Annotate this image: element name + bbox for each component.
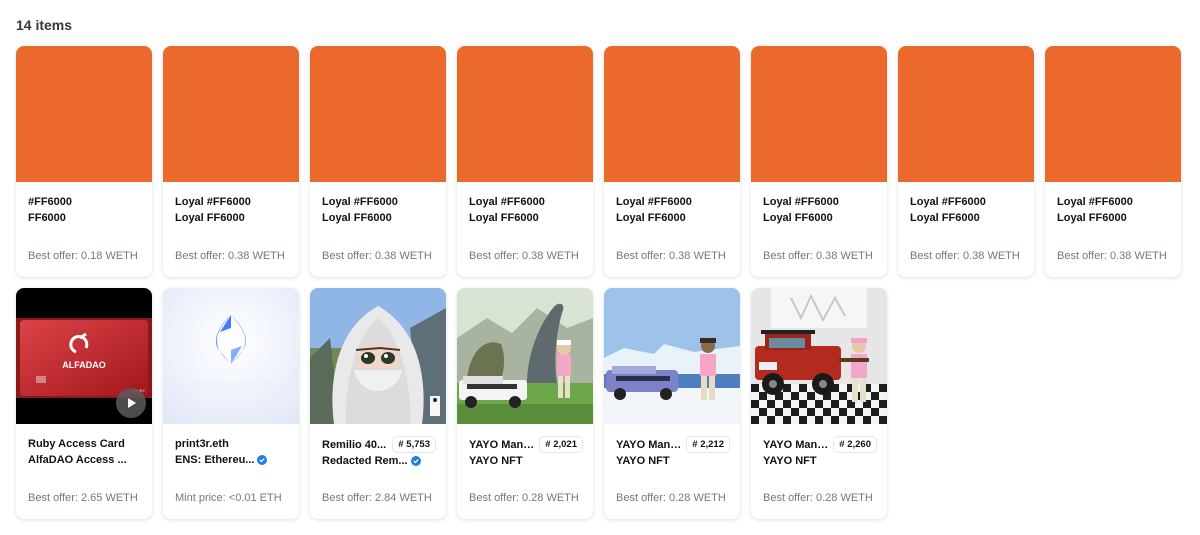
nft-image-yayo-iceberg[interactable] — [604, 288, 740, 424]
nft-name: Loyal #FF6000 — [469, 196, 545, 208]
collection-name: AlfaDAO Access ... — [28, 454, 127, 466]
price-label: Best offer: 0.18 WETH — [28, 250, 138, 262]
nft-name: Ruby Access Card — [28, 438, 125, 450]
price-label: Best offer: 0.38 WETH — [1057, 250, 1167, 262]
collection-name: FF6000 — [28, 212, 66, 224]
nft-card[interactable]: YAYO Man ... # 2,021 YAYO NFT Best offer… — [457, 288, 593, 519]
nft-image-yayo-truck[interactable] — [751, 288, 887, 424]
token-id-badge: # 2,212 — [686, 436, 730, 453]
collection-name: YAYO NFT — [469, 455, 523, 467]
token-id-badge: # 2,021 — [539, 436, 583, 453]
nft-card[interactable]: ALFADAO RUBY Ruby Access Card AlfaDAO Ac… — [16, 288, 152, 519]
nft-image-orange[interactable] — [1045, 46, 1181, 182]
nft-name: print3r.eth — [175, 438, 229, 450]
content-unavailable-text: Content not available yet — [186, 381, 276, 390]
nft-image-remilio[interactable] — [310, 288, 446, 424]
price-label: Best offer: 0.38 WETH — [469, 250, 579, 262]
nft-name: YAYO Man ... — [469, 438, 536, 451]
price-label: Best offer: 0.38 WETH — [322, 250, 432, 262]
nft-name: Loyal #FF6000 — [616, 196, 692, 208]
nft-card[interactable]: Loyal #FF6000 Loyal FF6000 Best offer: 0… — [751, 46, 887, 277]
collection-name: Loyal FF6000 — [469, 212, 539, 224]
collection-name: Redacted Rem... — [322, 455, 408, 467]
nft-image-orange[interactable] — [457, 46, 593, 182]
token-id-badge: # 2,260 — [833, 436, 877, 453]
price-label: Best offer: 0.28 WETH — [616, 492, 726, 504]
nft-image-yayo-dinosaur[interactable] — [457, 288, 593, 424]
collection-name: Loyal FF6000 — [910, 212, 980, 224]
verified-badge-icon — [410, 456, 421, 466]
nft-card[interactable]: YAYO Man ... # 2,212 YAYO NFT Best offer… — [604, 288, 740, 519]
price-label: Best offer: 2.84 WETH — [322, 492, 432, 504]
nft-card[interactable]: Loyal #FF6000 Loyal FF6000 Best offer: 0… — [457, 46, 593, 277]
nft-name: Loyal #FF6000 — [175, 196, 251, 208]
nft-card[interactable]: Loyal #FF6000 Loyal FF6000 Best offer: 0… — [604, 46, 740, 277]
verified-badge-icon — [257, 455, 268, 465]
collection-name: Loyal FF6000 — [616, 212, 686, 224]
nft-name: Loyal #FF6000 — [763, 196, 839, 208]
nft-name: Loyal #FF6000 — [322, 196, 398, 208]
play-video-button[interactable] — [116, 388, 146, 418]
nft-card[interactable]: YAYO Man ... # 2,260 YAYO NFT Best offer… — [751, 288, 887, 519]
nft-card[interactable]: Loyal #FF6000 Loyal FF6000 Best offer: 0… — [898, 46, 1034, 277]
nft-card[interactable]: Loyal #FF6000 Loyal FF6000 Best offer: 0… — [1045, 46, 1181, 277]
nft-name: #FF6000 — [28, 196, 73, 208]
play-icon — [128, 398, 136, 408]
nft-card[interactable]: #FF6000 FF6000 Best offer: 0.18 WETH — [16, 46, 152, 277]
ens-logo-icon — [215, 315, 247, 364]
item-count: 14 items — [16, 17, 73, 33]
nft-image-orange[interactable] — [604, 46, 740, 182]
nft-image-orange[interactable] — [16, 46, 152, 182]
price-label: Best offer: 0.28 WETH — [763, 492, 873, 504]
price-label: Best offer: 2.65 WETH — [28, 492, 138, 504]
collection-name: Loyal FF6000 — [175, 212, 245, 224]
nft-name: YAYO Man ... — [616, 438, 683, 451]
nft-card[interactable]: Content not available yet print3r.eth EN… — [163, 288, 299, 519]
nft-name: Remilio 40... — [322, 438, 387, 451]
price-label: Best offer: 0.38 WETH — [616, 250, 726, 262]
price-label: Best offer: 0.38 WETH — [763, 250, 873, 262]
collection-name: ENS: Ethereu... — [175, 454, 255, 466]
card-logo-text: ALFADAO — [62, 360, 106, 370]
nft-card[interactable]: Loyal #FF6000 Loyal FF6000 Best offer: 0… — [310, 46, 446, 277]
nft-image-orange[interactable] — [898, 46, 1034, 182]
nft-card[interactable]: Remilio 40... # 5,753 Redacted Rem... Be… — [310, 288, 446, 519]
collection-name: YAYO NFT — [763, 455, 817, 467]
nft-name: Loyal #FF6000 — [1057, 196, 1133, 208]
collection-name: Loyal FF6000 — [1057, 212, 1127, 224]
price-label: Mint price: <0.01 ETH — [175, 492, 282, 504]
price-label: Best offer: 0.28 WETH — [469, 492, 579, 504]
nft-card[interactable]: Loyal #FF6000 Loyal FF6000 Best offer: 0… — [163, 46, 299, 277]
nft-name: Loyal #FF6000 — [910, 196, 986, 208]
collection-name: Loyal FF6000 — [322, 212, 392, 224]
nft-name: YAYO Man ... — [763, 438, 830, 451]
token-id-badge: # 5,753 — [392, 436, 436, 453]
price-label: Best offer: 0.38 WETH — [175, 250, 285, 262]
collection-name: Loyal FF6000 — [763, 212, 833, 224]
price-label: Best offer: 0.38 WETH — [910, 250, 1020, 262]
nft-image-orange[interactable] — [751, 46, 887, 182]
nft-image-orange[interactable] — [310, 46, 446, 182]
collection-name: YAYO NFT — [616, 455, 670, 467]
nft-grid: #FF6000 FF6000 Best offer: 0.18 WETH Loy… — [16, 46, 1181, 519]
nft-image-orange[interactable] — [163, 46, 299, 182]
nft-image-access-card[interactable]: ALFADAO RUBY — [16, 288, 152, 424]
nft-image-ens[interactable]: Content not available yet — [163, 288, 299, 424]
